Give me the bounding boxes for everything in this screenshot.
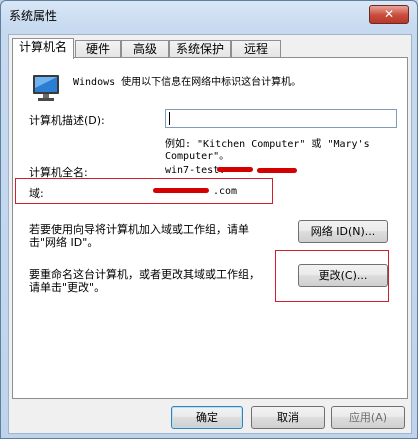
cancel-button[interactable]: 取消: [251, 406, 325, 429]
apply-button[interactable]: 应用(A): [331, 406, 405, 429]
button-label: 确定: [196, 411, 218, 424]
button-label: 取消: [277, 411, 299, 424]
computer-name-panel: Windows 使用以下信息在网络中标识这台计算机。 计算机描述(D): 例如:…: [12, 57, 408, 399]
button-label: 更改(C)...: [318, 269, 368, 282]
example-text-line2: Computer"。: [165, 151, 230, 162]
redaction-mark: [217, 167, 253, 172]
redaction-mark: [257, 168, 297, 173]
description-label: 计算机描述(D):: [29, 114, 105, 127]
tab-label: 计算机名: [18, 40, 67, 54]
domain-label: 域:: [29, 187, 44, 200]
change-button[interactable]: 更改(C)...: [298, 264, 388, 287]
description-field[interactable]: [165, 109, 397, 128]
tab-advanced[interactable]: 高级: [121, 40, 169, 58]
tab-computer-name[interactable]: 计算机名: [12, 38, 74, 59]
tab-label: 系统保护: [175, 42, 224, 56]
tab-label: 高级: [132, 42, 157, 56]
tab-label: 硬件: [85, 42, 110, 56]
tab-hardware[interactable]: 硬件: [75, 40, 121, 58]
window-title: 系统属性: [9, 9, 58, 23]
system-properties-window: 系统属性 ✕ 计算机名 硬件 高级 系统保护 远程 Windows 使用以下信息: [0, 0, 418, 439]
button-label: 应用(A): [348, 411, 388, 424]
network-id-button[interactable]: 网络 ID(N)...: [298, 220, 388, 243]
monitor-icon: [33, 75, 59, 101]
close-icon: ✕: [383, 7, 395, 21]
full-name-value: win7-test.: [165, 165, 226, 176]
domain-value: .com: [213, 186, 238, 197]
text-caret: [169, 112, 170, 125]
network-instructions-line2: 击"网络 ID"。: [29, 236, 99, 249]
button-label: 网络 ID(N)...: [310, 225, 376, 238]
rename-instructions-line2: 请单击"更改"。: [29, 281, 106, 294]
redaction-mark: [153, 188, 209, 193]
tab-system-protection[interactable]: 系统保护: [169, 40, 231, 58]
close-button[interactable]: ✕: [369, 5, 409, 24]
ok-button[interactable]: 确定: [171, 406, 243, 429]
tab-label: 远程: [243, 42, 268, 56]
tab-remote[interactable]: 远程: [231, 40, 281, 58]
intro-text: Windows 使用以下信息在网络中标识这台计算机。: [73, 77, 302, 88]
